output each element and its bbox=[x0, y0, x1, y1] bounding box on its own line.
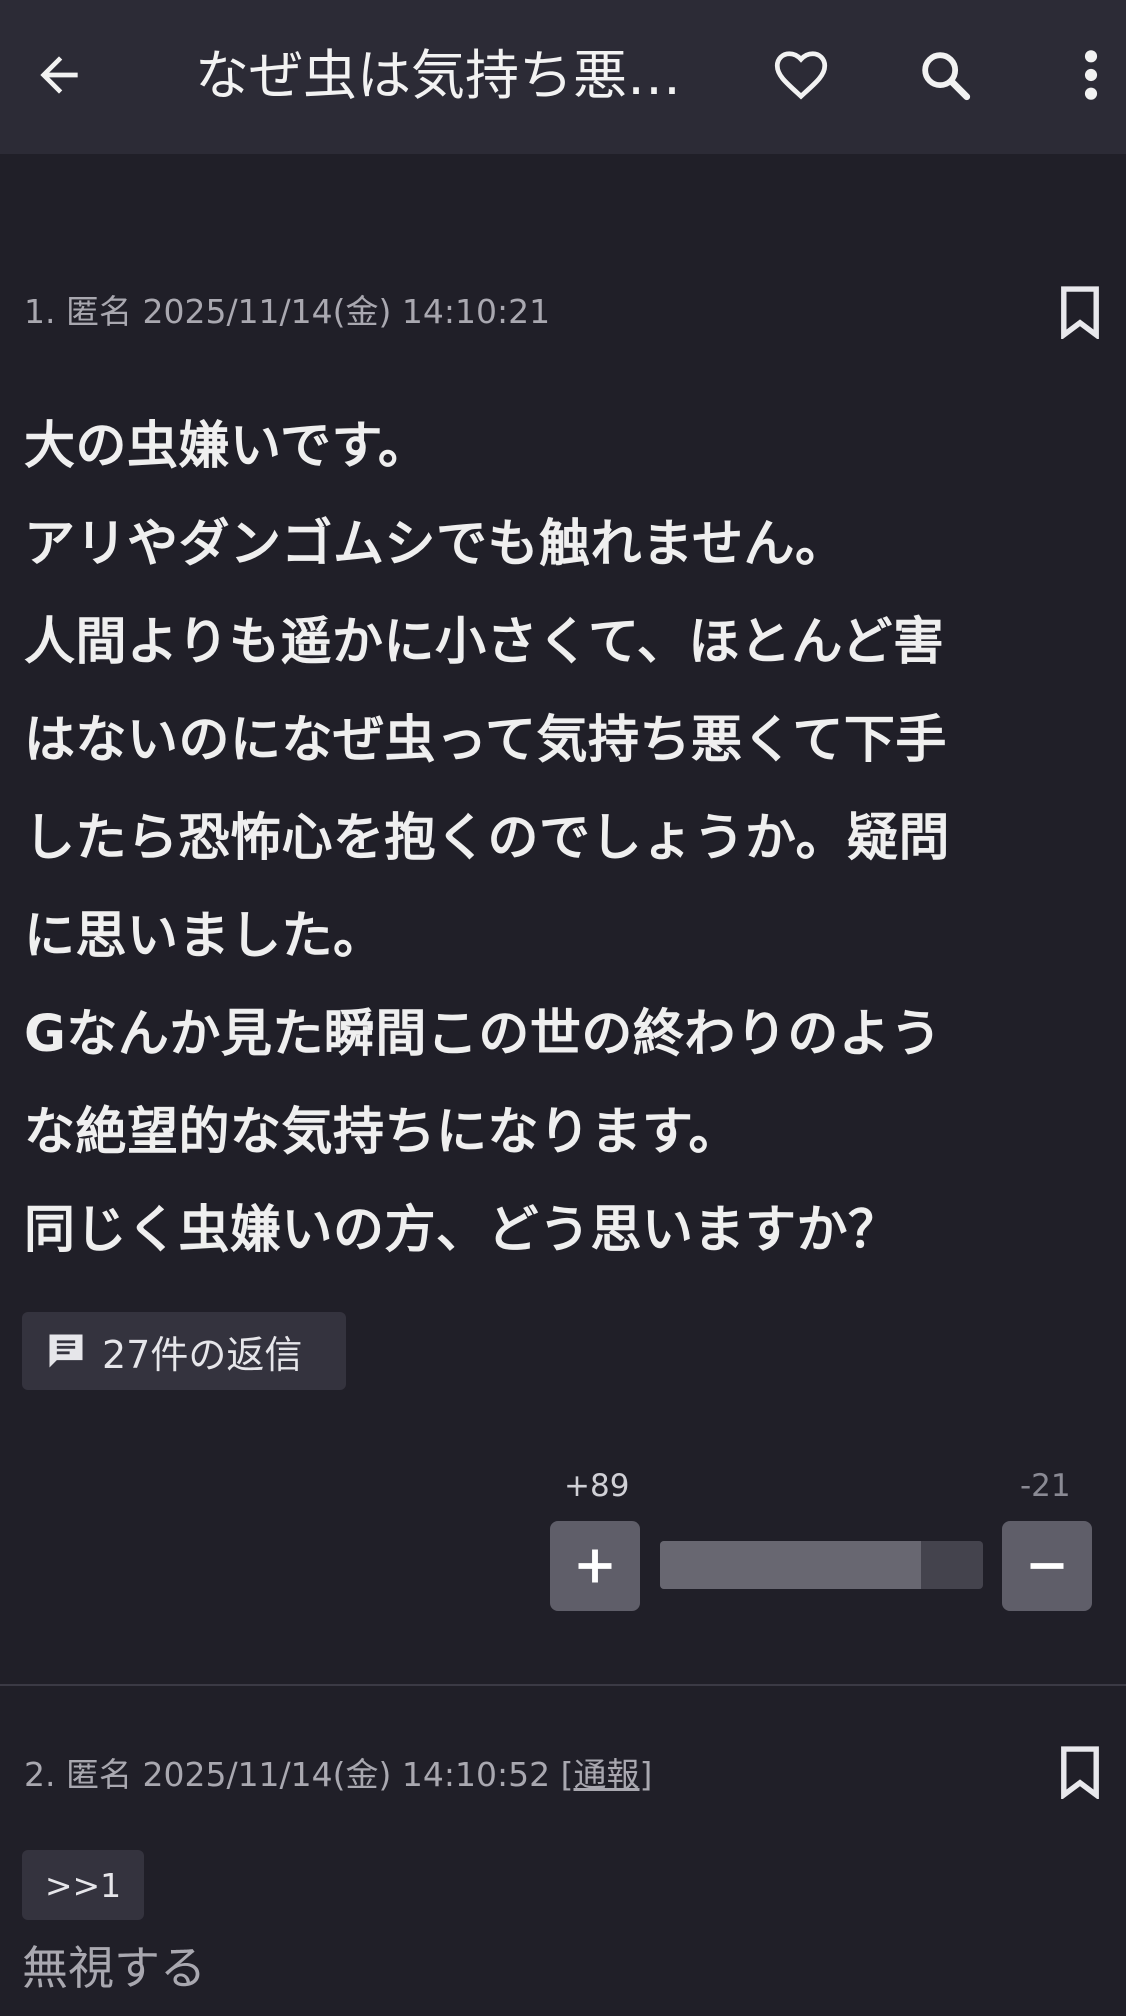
post-body-line: アリやダンゴムシでも触れません。 bbox=[24, 515, 847, 574]
post-body-line: はないのになぜ虫って気持ち悪くて下手 bbox=[24, 711, 947, 770]
replies-button[interactable]: 27件の返信 bbox=[22, 1312, 346, 1390]
post-meta-text: 2. 匿名 2025/11/14(金) 14:10:52 bbox=[24, 1755, 561, 1794]
post-body-line: Gなんか見た瞬間この世の終わりのよう bbox=[24, 1005, 942, 1064]
app-bar: なぜ虫は気持ち悪… bbox=[0, 0, 1126, 154]
minus-vote-button[interactable] bbox=[1002, 1521, 1092, 1611]
vote-ratio-fill bbox=[660, 1541, 922, 1589]
back-arrow-icon[interactable] bbox=[14, 30, 104, 120]
vote-ratio-bar bbox=[660, 1541, 983, 1589]
post-body-line: 同じく虫嫌いの方、どう思いますか？ bbox=[24, 1201, 900, 1260]
bookmark-icon[interactable] bbox=[1040, 1732, 1120, 1812]
post-body-line: な絶望的な気持ちになります。 bbox=[24, 1103, 740, 1162]
post-divider bbox=[0, 1684, 1126, 1686]
plus-vote-button[interactable] bbox=[550, 1521, 640, 1611]
post-body-line: に思いました。 bbox=[24, 907, 385, 966]
post-body: 大の虫嫌いです。 アリやダンゴムシでも触れません。 人間よりも遥かに小さくて、ほ… bbox=[24, 398, 1114, 1280]
post-body-line: 大の虫嫌いです。 bbox=[24, 417, 430, 476]
reply-anchor-button[interactable]: >>1 bbox=[22, 1850, 144, 1920]
post-meta: 2. 匿名 2025/11/14(金) 14:10:52 [通報] bbox=[24, 1748, 652, 1796]
post-body-line: 人間よりも遥かに小さくて、ほとんど害 bbox=[24, 613, 945, 672]
comment-icon bbox=[49, 1334, 83, 1368]
post-meta: 1. 匿名 2025/11/14(金) 14:10:21 bbox=[24, 292, 551, 331]
minus-icon bbox=[1030, 1563, 1064, 1569]
ignore-link[interactable]: 無視する bbox=[22, 1932, 206, 1998]
replies-label: 27件の返信 bbox=[102, 1332, 303, 1377]
post-body-line: したら恐怖心を抱くのでしょうか。疑問 bbox=[24, 809, 950, 868]
page-title: なぜ虫は気持ち悪… bbox=[195, 44, 681, 107]
minus-vote-count: -21 bbox=[1020, 1468, 1071, 1504]
report-link[interactable]: [通報] bbox=[561, 1755, 653, 1794]
bookmark-icon[interactable] bbox=[1040, 272, 1120, 352]
more-vertical-icon[interactable] bbox=[1046, 30, 1126, 120]
heart-icon[interactable] bbox=[756, 30, 846, 120]
search-icon[interactable] bbox=[900, 30, 990, 120]
plus-vote-count: +89 bbox=[564, 1468, 630, 1504]
plus-icon bbox=[578, 1549, 612, 1583]
